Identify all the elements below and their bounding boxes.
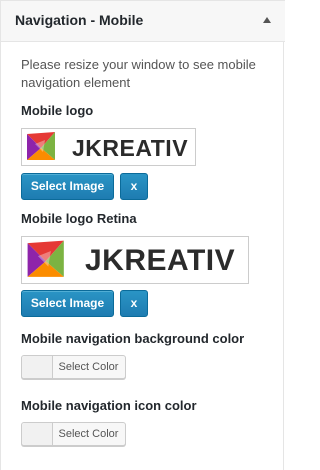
nav-bg-color-picker[interactable]: Select Color bbox=[21, 355, 126, 379]
nav-bg-color-swatch bbox=[22, 356, 53, 378]
customizer-panel: Navigation - Mobile Please resize your w… bbox=[0, 0, 285, 470]
panel-description: Please resize your window to see mobile … bbox=[21, 57, 256, 90]
mobile-logo-retina-remove-button[interactable]: x bbox=[120, 290, 148, 317]
panel-header[interactable]: Navigation - Mobile bbox=[1, 0, 285, 42]
jkreativ-logo-icon bbox=[27, 132, 55, 160]
mobile-logo-retina-text: JKREATIV bbox=[85, 244, 236, 277]
mobile-logo-retina-preview: JKREATIV bbox=[21, 236, 249, 284]
collapse-arrow-icon[interactable] bbox=[263, 17, 271, 23]
nav-icon-color-picker[interactable]: Select Color bbox=[21, 422, 126, 446]
mobile-logo-retina-select-button[interactable]: Select Image bbox=[21, 290, 114, 317]
nav-bg-color-label: Mobile navigation background color bbox=[21, 331, 245, 346]
mobile-logo-select-button[interactable]: Select Image bbox=[21, 173, 114, 200]
mobile-logo-text: JKREATIV bbox=[72, 135, 189, 161]
mobile-logo-preview: JKREATIV bbox=[21, 128, 196, 166]
nav-bg-select-color-label: Select Color bbox=[58, 361, 119, 373]
nav-icon-color-swatch bbox=[22, 423, 53, 445]
mobile-logo-label: Mobile logo bbox=[21, 103, 94, 118]
jkreativ-logo-retina-icon bbox=[27, 240, 64, 277]
mobile-logo-remove-button[interactable]: x bbox=[120, 173, 148, 200]
panel-title: Navigation - Mobile bbox=[15, 12, 144, 28]
nav-icon-select-color-label: Select Color bbox=[58, 428, 119, 440]
mobile-logo-retina-label: Mobile logo Retina bbox=[21, 211, 137, 226]
nav-icon-color-label: Mobile navigation icon color bbox=[21, 398, 197, 413]
